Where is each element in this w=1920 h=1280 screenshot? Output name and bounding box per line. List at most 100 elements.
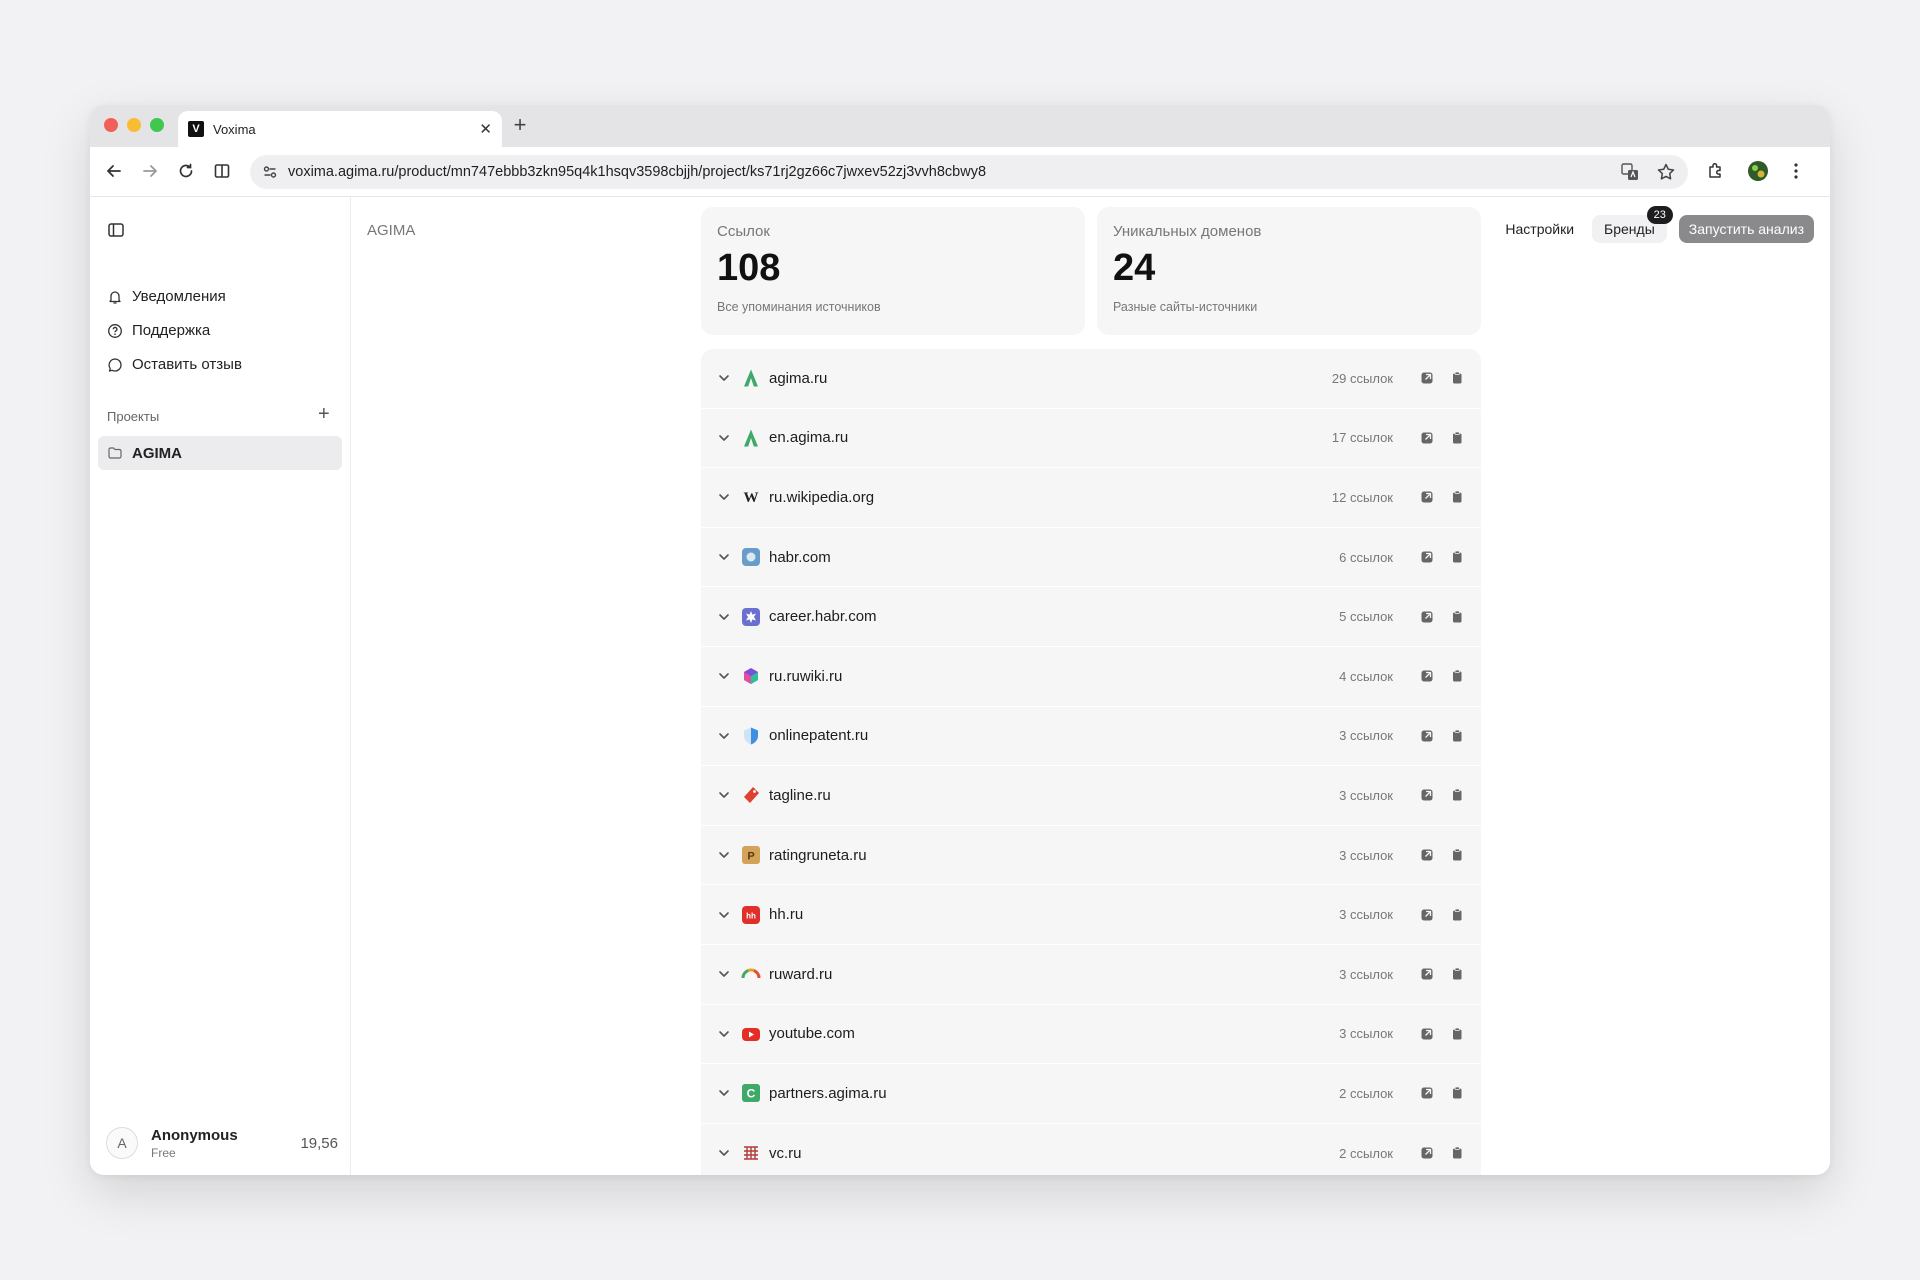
sidebar-toggle-icon[interactable] bbox=[107, 221, 125, 244]
domain-row[interactable]: ru.ruwiki.ru 4 ссылок bbox=[701, 647, 1481, 707]
forward-icon[interactable] bbox=[138, 159, 162, 183]
domain-row[interactable]: ruward.ru 3 ссылок bbox=[701, 945, 1481, 1005]
chevron-down-icon[interactable] bbox=[717, 788, 731, 802]
chevron-down-icon[interactable] bbox=[717, 490, 731, 504]
copy-icon[interactable] bbox=[1449, 489, 1465, 505]
copy-icon[interactable] bbox=[1449, 370, 1465, 386]
youtube-favicon-icon bbox=[741, 1024, 761, 1044]
domain-row[interactable]: W ru.wikipedia.org 12 ссылок bbox=[701, 468, 1481, 528]
ruwiki-favicon-icon bbox=[741, 666, 761, 686]
sidebar: Уведомления Поддержка Оставить отзыв Про… bbox=[90, 197, 350, 1175]
copy-icon[interactable] bbox=[1449, 787, 1465, 803]
svg-text:hh: hh bbox=[746, 911, 756, 920]
chevron-down-icon[interactable] bbox=[717, 908, 731, 922]
domain-name: ru.ruwiki.ru bbox=[769, 667, 843, 685]
copy-icon[interactable] bbox=[1449, 847, 1465, 863]
copy-icon[interactable] bbox=[1449, 668, 1465, 684]
open-external-icon[interactable] bbox=[1419, 609, 1435, 625]
translate-icon[interactable] bbox=[1620, 162, 1640, 182]
chevron-down-icon[interactable] bbox=[717, 848, 731, 862]
open-external-icon[interactable] bbox=[1419, 1145, 1435, 1161]
domain-row[interactable]: en.agima.ru 17 ссылок bbox=[701, 409, 1481, 469]
domain-row[interactable]: hh hh.ru 3 ссылок bbox=[701, 885, 1481, 945]
sidebar-item-label: Уведомления bbox=[132, 288, 226, 305]
open-external-icon[interactable] bbox=[1419, 489, 1435, 505]
open-external-icon[interactable] bbox=[1419, 370, 1435, 386]
open-external-icon[interactable] bbox=[1419, 966, 1435, 982]
copy-icon[interactable] bbox=[1449, 1145, 1465, 1161]
domain-row[interactable]: P ratingruneta.ru 3 ссылок bbox=[701, 826, 1481, 886]
address-bar[interactable]: voxima.agima.ru/product/mn747ebbb3zkn95q… bbox=[250, 155, 1688, 189]
settings-button[interactable]: Настройки bbox=[1495, 215, 1584, 243]
chevron-down-icon[interactable] bbox=[717, 371, 731, 385]
link-count: 2 ссылок bbox=[1339, 1145, 1393, 1161]
back-icon[interactable] bbox=[102, 159, 126, 183]
domain-name: hh.ru bbox=[769, 906, 804, 924]
open-external-icon[interactable] bbox=[1419, 907, 1435, 923]
domain-row[interactable]: career.habr.com 5 ссылок bbox=[701, 587, 1481, 647]
browser-menu-icon[interactable] bbox=[1784, 159, 1808, 183]
add-project-icon[interactable]: + bbox=[318, 403, 330, 426]
sidebar-item-feedback[interactable]: Оставить отзыв bbox=[107, 356, 242, 373]
copy-icon[interactable] bbox=[1449, 907, 1465, 923]
domain-row[interactable]: tagline.ru 3 ссылок bbox=[701, 766, 1481, 826]
reload-icon[interactable] bbox=[174, 159, 198, 183]
open-external-icon[interactable] bbox=[1419, 787, 1435, 803]
domain-row[interactable]: habr.com 6 ссылок bbox=[701, 528, 1481, 588]
user-profile[interactable]: A Anonymous Free 19,56 bbox=[106, 1123, 338, 1163]
chevron-down-icon[interactable] bbox=[717, 550, 731, 564]
domain-name: ru.wikipedia.org bbox=[769, 488, 875, 506]
minimize-window-button[interactable] bbox=[127, 118, 141, 132]
copy-icon[interactable] bbox=[1449, 609, 1465, 625]
domain-row[interactable]: C partners.agima.ru 2 ссылок bbox=[701, 1064, 1481, 1124]
user-balance: 19,56 bbox=[300, 1134, 338, 1152]
profile-avatar-icon[interactable] bbox=[1746, 159, 1770, 183]
copy-icon[interactable] bbox=[1449, 966, 1465, 982]
chevron-down-icon[interactable] bbox=[717, 1146, 731, 1160]
link-count: 6 ссылок bbox=[1339, 549, 1393, 565]
chevron-down-icon[interactable] bbox=[717, 1027, 731, 1041]
open-external-icon[interactable] bbox=[1419, 668, 1435, 684]
copy-icon[interactable] bbox=[1449, 1026, 1465, 1042]
open-external-icon[interactable] bbox=[1419, 847, 1435, 863]
domain-row[interactable]: agima.ru 29 ссылок bbox=[701, 349, 1481, 409]
chevron-down-icon[interactable] bbox=[717, 610, 731, 624]
stat-label: Ссылок bbox=[717, 223, 770, 240]
tab-voxima[interactable]: V Voxima ✕ bbox=[178, 111, 502, 147]
sidebar-item-label: Поддержка bbox=[132, 322, 211, 339]
open-external-icon[interactable] bbox=[1419, 1085, 1435, 1101]
domain-row[interactable]: onlinepatent.ru 3 ссылок bbox=[701, 707, 1481, 767]
chevron-down-icon[interactable] bbox=[717, 669, 731, 683]
chevron-down-icon[interactable] bbox=[717, 1086, 731, 1100]
open-external-icon[interactable] bbox=[1419, 1026, 1435, 1042]
sidebar-item-notifications[interactable]: Уведомления bbox=[107, 288, 226, 305]
run-analysis-button[interactable]: Запустить анализ bbox=[1678, 215, 1814, 243]
copy-icon[interactable] bbox=[1449, 728, 1465, 744]
new-tab-icon[interactable]: + bbox=[508, 112, 532, 138]
open-external-icon[interactable] bbox=[1419, 549, 1435, 565]
chevron-down-icon[interactable] bbox=[717, 431, 731, 445]
split-view-icon[interactable] bbox=[210, 159, 234, 183]
chevron-down-icon[interactable] bbox=[717, 729, 731, 743]
open-external-icon[interactable] bbox=[1419, 728, 1435, 744]
site-settings-icon[interactable] bbox=[262, 164, 278, 180]
copy-icon[interactable] bbox=[1449, 1085, 1465, 1101]
extensions-icon[interactable] bbox=[1704, 159, 1728, 183]
sidebar-item-support[interactable]: Поддержка bbox=[107, 322, 210, 339]
maximize-window-button[interactable] bbox=[150, 118, 164, 132]
link-count: 4 ссылок bbox=[1339, 668, 1393, 684]
partners-favicon-icon: C bbox=[741, 1083, 761, 1103]
tab-close-icon[interactable]: ✕ bbox=[479, 120, 492, 138]
brands-button[interactable]: Бренды 23 bbox=[1592, 206, 1673, 243]
chevron-down-icon[interactable] bbox=[717, 967, 731, 981]
bookmark-star-icon[interactable] bbox=[1656, 162, 1676, 182]
domain-row[interactable]: youtube.com 3 ссылок bbox=[701, 1005, 1481, 1065]
sidebar-project-agima[interactable]: AGIMA bbox=[98, 436, 342, 470]
domain-row[interactable]: vc.ru 2 ссылок bbox=[701, 1124, 1481, 1175]
close-window-button[interactable] bbox=[104, 118, 118, 132]
bell-icon bbox=[107, 289, 123, 305]
open-external-icon[interactable] bbox=[1419, 430, 1435, 446]
copy-icon[interactable] bbox=[1449, 430, 1465, 446]
brands-label: Бренды bbox=[1604, 221, 1655, 237]
copy-icon[interactable] bbox=[1449, 549, 1465, 565]
